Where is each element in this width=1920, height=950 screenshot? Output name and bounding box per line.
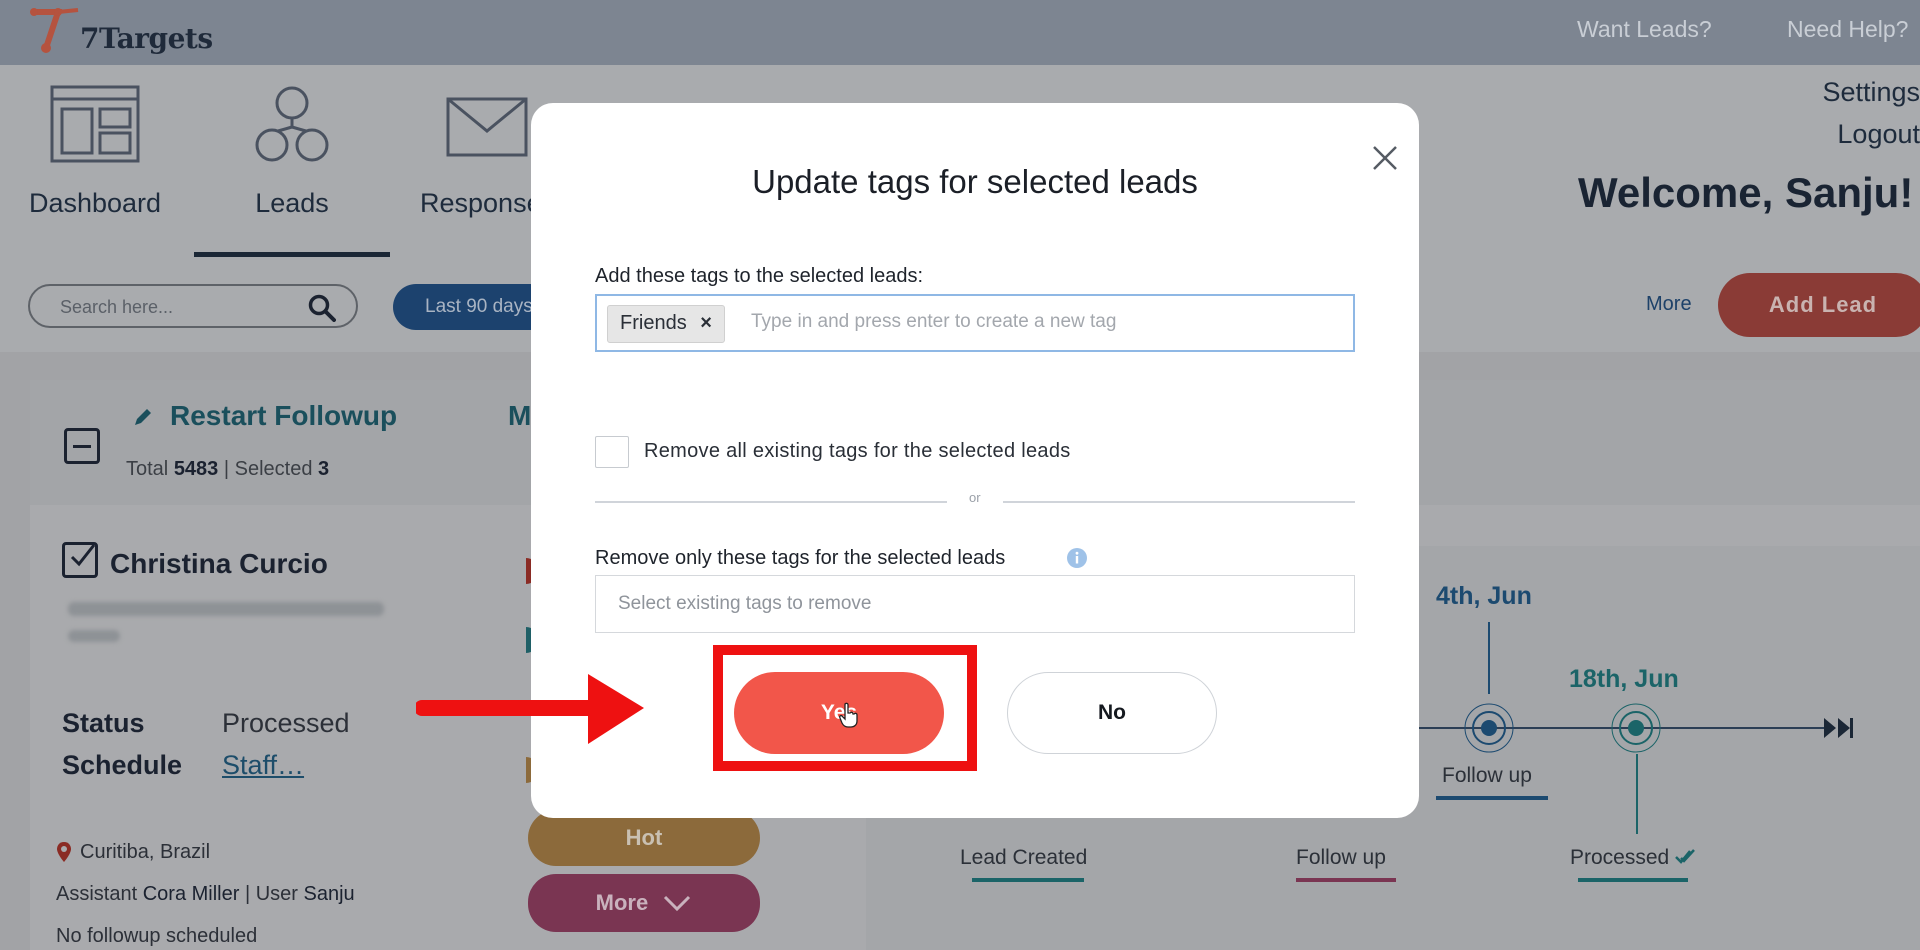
lead-location: Curitiba, Brazil [80, 841, 211, 863]
no-button[interactable]: No [1007, 672, 1217, 754]
need-help-link[interactable]: Need Help? [1787, 16, 1908, 43]
status-label: Status [62, 708, 145, 738]
redacted-email [68, 602, 384, 616]
timeline-underline [1296, 878, 1396, 882]
add-lead-button[interactable]: Add Lead [1718, 273, 1920, 337]
followup-note: No followup scheduled [56, 925, 258, 947]
assistant-name: Cora Miller [142, 883, 240, 905]
nav-item-leads[interactable]: Leads [194, 65, 390, 257]
timeline-underline [1578, 878, 1688, 882]
timeline-underline [972, 878, 1084, 882]
tag-chip-label: Friends [620, 312, 687, 334]
location-pin-icon [57, 842, 71, 862]
tag-chip: Friends × [607, 305, 725, 343]
modal-title: Update tags for selected leads [752, 163, 1198, 200]
remove-all-tags-label[interactable]: Remove all existing tags for the selecte… [644, 440, 1071, 463]
info-icon[interactable] [1067, 548, 1087, 568]
timeline-label-text: Processed [1570, 846, 1670, 869]
search-placeholder: Search here... [60, 297, 174, 317]
search-icon[interactable] [308, 294, 336, 322]
logo-icon [30, 8, 79, 53]
period-filter-button[interactable]: Last 90 days [393, 284, 553, 330]
lead-checkbox[interactable] [62, 542, 98, 578]
timeline-node-icon[interactable] [1610, 702, 1662, 754]
restart-followup-button[interactable]: Restart Followup [170, 400, 397, 432]
hot-button[interactable]: Hot [528, 810, 760, 866]
timeline-stem [1636, 754, 1638, 834]
want-leads-link[interactable]: Want Leads? [1577, 16, 1712, 43]
divider-left [595, 501, 947, 503]
total-count: 5483 [173, 458, 219, 480]
timeline-label: Lead Created [960, 846, 1088, 869]
dashboard-icon [50, 85, 140, 163]
timeline-label: Processed [1570, 846, 1695, 870]
logout-link[interactable]: Logout [1837, 119, 1920, 150]
chevron-down-icon [664, 895, 691, 912]
fast-forward-icon[interactable] [1822, 716, 1854, 740]
add-tags-placeholder: Type in and press enter to create a new … [751, 311, 1117, 332]
lead-name[interactable]: Christina Curcio [110, 548, 328, 580]
add-tags-label: Add these tags to the selected leads: [595, 265, 923, 287]
total-label: Total [126, 458, 169, 480]
envelope-icon [446, 97, 528, 157]
timeline-date: 18th, Jun [1569, 665, 1679, 693]
double-check-icon [1675, 849, 1695, 864]
selection-summary: Total 5483 | Selected 3 [126, 458, 330, 480]
nav-label-dashboard: Dashboard [28, 188, 162, 218]
leads-icon [255, 86, 329, 162]
nav-item-dashboard[interactable]: Dashboard [0, 65, 190, 257]
remove-only-label: Remove only these tags for the selected … [595, 547, 1006, 569]
timeline-node-icon[interactable] [1463, 702, 1515, 754]
logo-text: 7Targets [80, 22, 213, 55]
add-tags-input[interactable]: Friends × Type in and press enter to cre… [595, 294, 1355, 352]
lead-more-button[interactable]: More [528, 874, 760, 932]
settings-link[interactable]: Settings [1822, 77, 1920, 108]
timeline-stem [1488, 622, 1490, 694]
or-separator: or [969, 490, 981, 505]
user-name: Sanju [303, 883, 355, 905]
status-value: Processed [222, 708, 350, 738]
schedule-link[interactable]: Staff… [222, 750, 304, 781]
top-bar: 7Targets Want Leads? Need Help? [0, 0, 1920, 65]
welcome-message: Welcome, Sanju! [1578, 169, 1914, 216]
check-icon [70, 544, 96, 567]
select-all-checkbox[interactable] [64, 428, 100, 464]
assistant-user-line: Assistant Cora Miller | User Sanju [56, 883, 355, 905]
annotation-arrow-icon [416, 674, 644, 744]
toolbar-more-link[interactable]: More [1646, 293, 1692, 316]
timeline-date: 4th, Jun [1436, 582, 1532, 610]
remove-tags-placeholder: Select existing tags to remove [618, 593, 872, 614]
bulk-action-partial[interactable]: M [508, 400, 531, 432]
assistant-label: Assistant [56, 883, 138, 905]
selected-label: Selected [234, 458, 313, 480]
timeline-label: Follow up [1442, 764, 1532, 787]
selected-count: 3 [318, 458, 330, 480]
hand-cursor-icon [839, 702, 858, 728]
search-input[interactable]: Search here... [28, 284, 358, 328]
user-label: User [255, 883, 298, 905]
remove-tag-icon[interactable]: × [700, 312, 712, 334]
divider-right [1003, 501, 1355, 503]
remove-tags-select[interactable]: Select existing tags to remove [595, 575, 1355, 633]
schedule-label: Schedule [62, 750, 183, 780]
redacted-social [68, 630, 120, 642]
remove-all-tags-checkbox[interactable] [595, 436, 629, 468]
timeline-label: Follow up [1296, 846, 1386, 869]
lead-more-label: More [595, 890, 649, 915]
pencil-icon [135, 409, 151, 425]
timeline-underline [1436, 796, 1548, 800]
nav-label-leads: Leads [255, 188, 329, 218]
